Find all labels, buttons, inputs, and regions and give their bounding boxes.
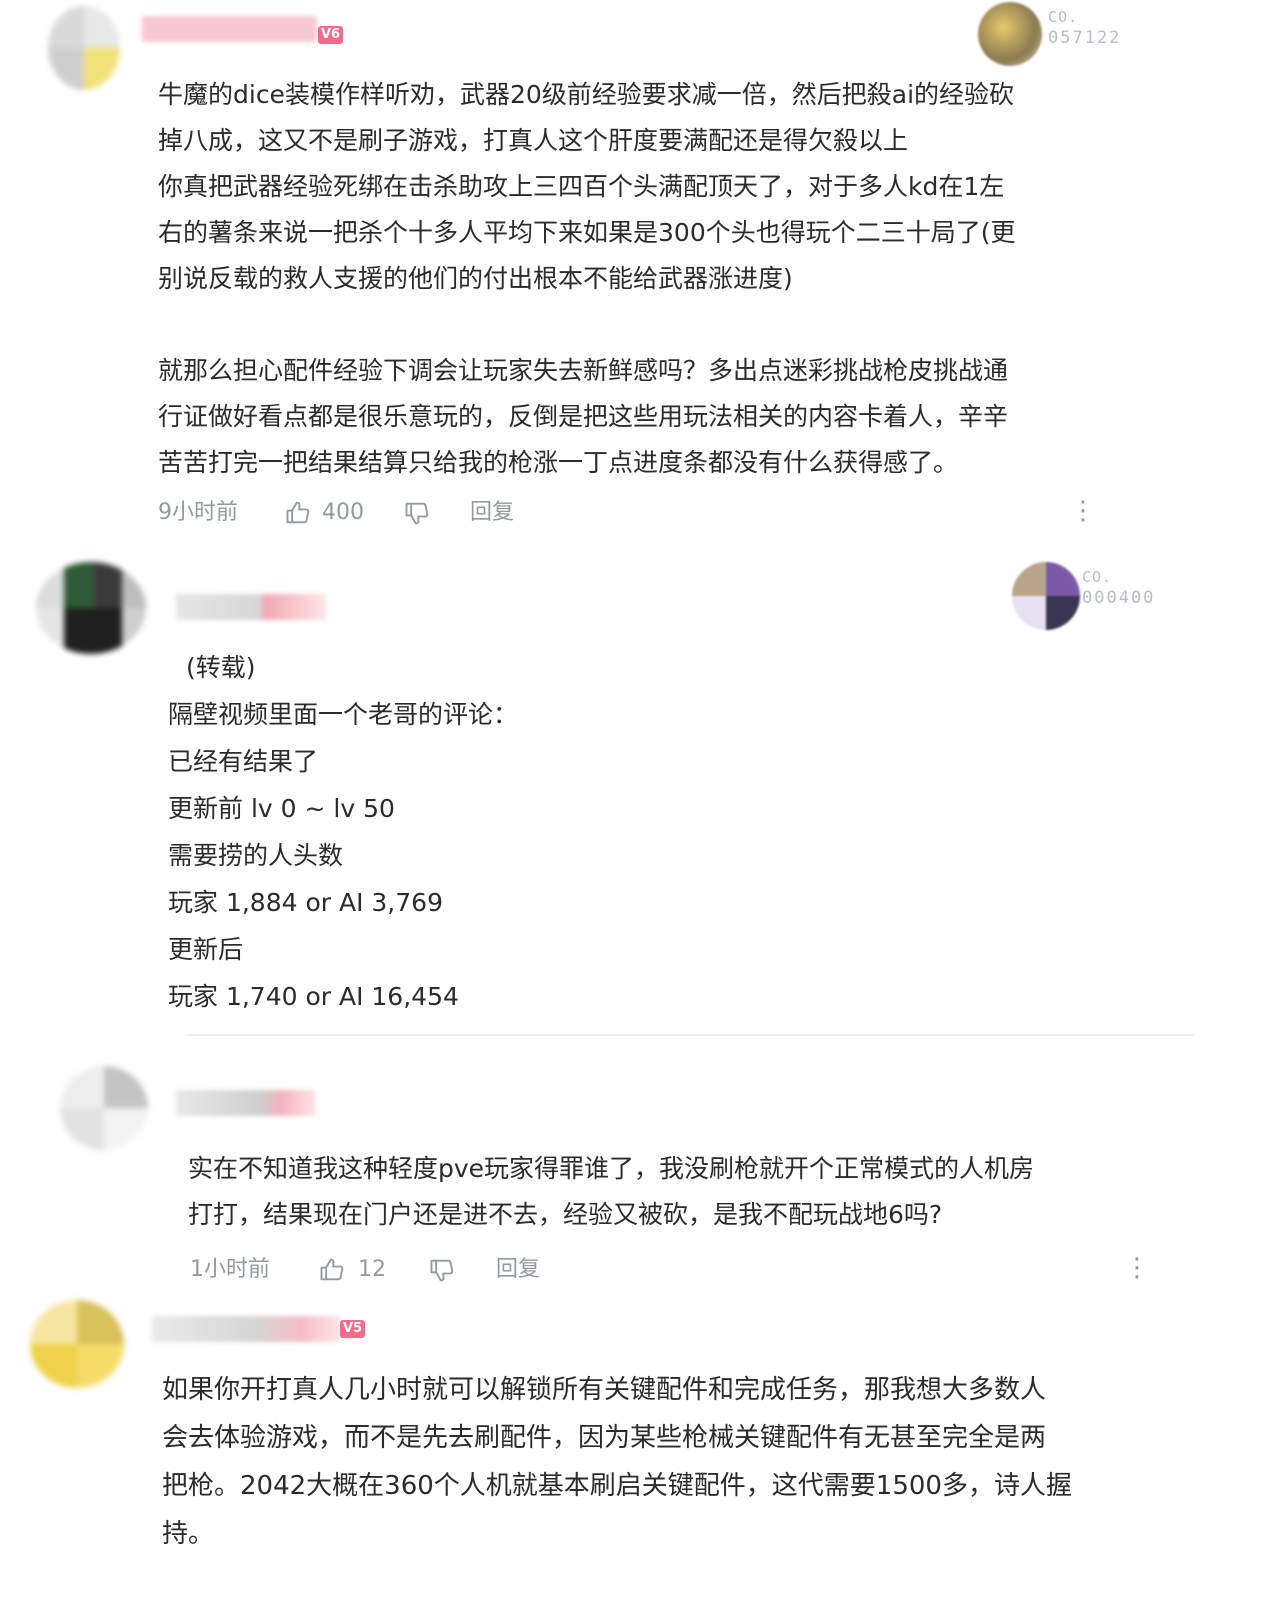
fan-badge-number: 000400 <box>1082 588 1156 608</box>
comment-line: 更新后 <box>168 935 244 964</box>
avatar[interactable] <box>60 1066 148 1150</box>
comment-line: 会去体验游戏，而不是先去刷配件，因为某些枪械关键配件有无甚至完全是两 <box>162 1423 1047 1453</box>
action-bar: 9小时前 400 回复 ⋮ <box>158 496 1098 530</box>
comment-line: 持。 <box>162 1519 215 1549</box>
fan-badge[interactable]: CO. 057122 <box>978 2 1168 72</box>
comment-line: 隔壁视频里面一个老哥的评论： <box>168 700 519 729</box>
more-vertical-icon[interactable]: ⋮ <box>1124 1253 1150 1283</box>
like-count: 400 <box>322 500 364 525</box>
more-vertical-icon[interactable]: ⋮ <box>1070 496 1096 526</box>
thumbs-down-icon[interactable] <box>428 1256 456 1284</box>
fan-badge-emblem <box>1012 562 1080 630</box>
reply-button[interactable]: 回复 <box>470 496 514 530</box>
like-count: 12 <box>358 1257 386 1282</box>
comment-line: 玩家 1,884 or AI 3,769 <box>168 888 443 917</box>
comment-line: 玩家 1,740 or AI 16,454 <box>168 982 459 1011</box>
comment-line: (转载) <box>186 653 256 682</box>
comment-line: 如果你开打真人几小时就可以解锁所有关键配件和完成任务，那我想大多数人 <box>162 1375 1047 1405</box>
level-badge: V5 <box>340 1320 366 1338</box>
fan-badge[interactable]: CO. 000400 <box>1012 562 1202 632</box>
comment-line: 牛魔的dice装模作样听劝，武器20级前经验要求减一倍，然后把殺ai的经验砍 <box>158 80 1015 109</box>
comment-line: 更新前 lv 0 ~ lv 50 <box>168 794 395 823</box>
comment-line: 掉八成，这又不是刷子游戏，打真人这个肝度要满配还是得欠殺以上 <box>158 126 909 155</box>
comment-time: 1小时前 <box>190 1257 270 1282</box>
fan-badge-emblem <box>978 2 1042 66</box>
username-blurred[interactable] <box>176 1090 316 1116</box>
thumbs-down-icon[interactable] <box>403 499 431 527</box>
comment-body: 实在不知道我这种轻度pve玩家得罪谁了，我没刷枪就开个正常模式的人机房 打打，结… <box>188 1146 1034 1238</box>
comment-line: 已经有结果了 <box>168 747 319 776</box>
fan-badge-prefix: CO. <box>1048 8 1079 26</box>
comment-line: 别说反载的救人支援的他们的付出根本不能给武器涨进度) <box>158 264 793 293</box>
thumbs-up-icon[interactable] <box>284 499 312 527</box>
comment-line: 右的薯条来说一把杀个十多人平均下来如果是300个头也得玩个二三十局了(更 <box>158 218 1016 247</box>
thumbs-up-icon[interactable] <box>318 1256 346 1284</box>
username-blurred[interactable] <box>142 16 317 42</box>
comment-line: 你真把武器经验死绑在击杀助攻上三四百个头满配顶天了，对于多人kd在1左 <box>158 172 1005 201</box>
comment-line: 就那么担心配件经验下调会让玩家失去新鲜感吗？多出点迷彩挑战枪皮挑战通 <box>158 356 1009 385</box>
comment-line: 打打，结果现在门户还是进不去，经验又被砍，是我不配玩战地6吗? <box>188 1200 943 1229</box>
fan-badge-prefix: CO. <box>1082 568 1113 586</box>
avatar[interactable] <box>36 562 146 654</box>
username-blurred[interactable] <box>176 594 326 620</box>
reply-divider <box>188 1034 1194 1036</box>
comment-line: 把枪。2042大概在360个人机就基本刷启关键配件，这代需要1500多，诗人握 <box>162 1471 1072 1501</box>
reply-button[interactable]: 回复 <box>496 1253 540 1287</box>
comment-time: 9小时前 <box>158 500 238 525</box>
fan-badge-number: 057122 <box>1048 28 1122 48</box>
action-bar: 1小时前 12 回复 ⋮ <box>190 1253 1150 1287</box>
avatar[interactable] <box>30 1300 124 1388</box>
comment-line: 实在不知道我这种轻度pve玩家得罪谁了，我没刷枪就开个正常模式的人机房 <box>188 1154 1035 1183</box>
level-badge: V6 <box>318 26 344 44</box>
comment-line: 行证做好看点都是很乐意玩的，反倒是把这些用玩法相关的内容卡着人，辛辛 <box>158 402 1009 431</box>
comment-line: 苦苦打完一把结果结算只给我的枪涨一丁点进度条都没有什么获得感了。 <box>158 448 959 477</box>
comment-body: 牛魔的dice装模作样听劝，武器20级前经验要求减一倍，然后把殺ai的经验砍 掉… <box>158 72 1015 486</box>
comment-body: 如果你开打真人几小时就可以解锁所有关键配件和完成任务，那我想大多数人 会去体验游… <box>162 1366 1072 1558</box>
username-blurred[interactable] <box>152 1316 340 1342</box>
comment-line: 需要捞的人头数 <box>168 841 344 870</box>
avatar[interactable] <box>48 6 120 90</box>
comment-body: (转载) 隔壁视频里面一个老哥的评论： 已经有结果了 更新前 lv 0 ~ lv… <box>168 644 518 1020</box>
